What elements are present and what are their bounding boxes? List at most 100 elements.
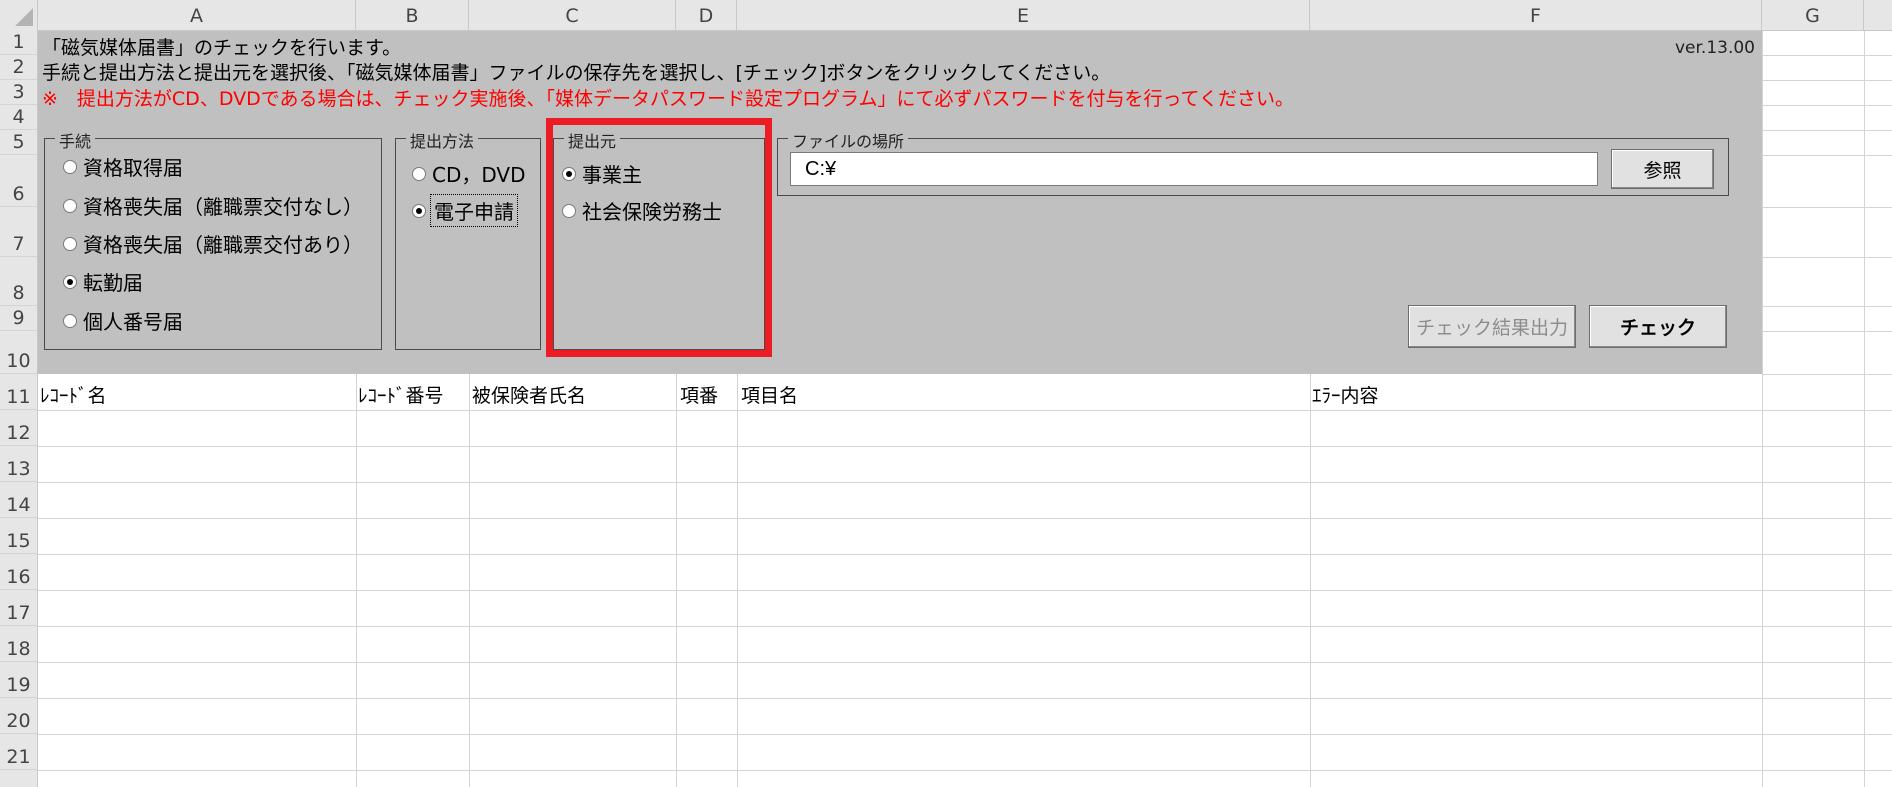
column-header-g[interactable]: G [1762,0,1864,30]
grid-hline [1763,374,1892,375]
header-insured-name: 被保険者氏名 [472,385,587,407]
submitter-group: 提出元 事業主 社会保険労務士 [553,128,765,350]
row-header-16[interactable]: 16 [0,554,37,590]
row-header-5[interactable]: 5 [0,130,37,155]
grid-hline [38,590,1892,591]
procedure-option-label: 資格喪失届（離職票交付なし） [83,195,363,219]
grid-hline [1763,105,1892,106]
radio-icon[interactable] [63,198,77,213]
column-header-f[interactable]: F [1310,0,1762,30]
row-header-2[interactable]: 2 [0,55,37,80]
grid-hline [38,770,1892,771]
grid-hline [1763,80,1892,81]
radio-icon[interactable] [63,236,77,251]
grid-hline [38,482,1892,483]
method-option-electronic[interactable]: 電子申請 [412,194,518,227]
row-header-6[interactable]: 6 [0,155,37,207]
procedure-option-acquisition[interactable]: 資格取得届 [63,152,183,181]
row-header-12[interactable]: 12 [0,410,37,446]
row-header-21[interactable]: 21 [0,734,37,770]
row-header-10[interactable]: 10 [0,331,37,374]
submitter-option-employer[interactable]: 事業主 [562,159,642,188]
version-label: ver.13.00 [1674,38,1755,58]
grid-hline [1763,155,1892,156]
radio-selected-icon[interactable] [412,203,426,218]
browse-button[interactable]: 参照 [1611,149,1714,189]
submission-method-group: 提出方法 CD，DVD 電子申請 [395,128,541,350]
instruction-line-2: 手続と提出方法と提出元を選択後、「磁気媒体届書」ファイルの保存先を選択し、[チェ… [42,62,1111,84]
grid-vline [356,374,357,787]
radio-selected-icon[interactable] [63,274,77,289]
row-header-4[interactable]: 4 [0,105,37,130]
row-header-17[interactable]: 17 [0,590,37,626]
grid-hline [38,734,1892,735]
row-header-15[interactable]: 15 [0,518,37,554]
grid-hline [38,410,1892,411]
radio-icon[interactable] [63,313,77,328]
row-header-13[interactable]: 13 [0,446,37,482]
check-result-output-button[interactable]: チェック結果出力 [1408,305,1576,348]
submitter-option-labor-consultant[interactable]: 社会保険労務士 [562,196,722,225]
row-header-18[interactable]: 18 [0,626,37,662]
radio-selected-icon[interactable] [562,166,576,181]
grid-hline [38,698,1892,699]
file-location-group-title: ファイルの場所 [788,128,909,152]
row-header-7[interactable]: 7 [0,207,37,257]
row-header-1[interactable]: 1 [0,30,37,55]
submitter-group-title: 提出元 [564,128,621,152]
row-header-11[interactable]: 11 [0,374,37,410]
row-header-3[interactable]: 3 [0,80,37,105]
method-option-label: CD，DVD [432,163,526,187]
column-header-a[interactable]: A [38,0,356,30]
procedure-group-title: 手続 [55,128,96,152]
header-record-name: ﾚｺｰﾄﾞ名 [40,385,107,407]
grid-vline [737,374,738,787]
procedure-option-label: 資格取得届 [83,156,183,180]
grid-hline [1763,257,1892,258]
procedure-option-loss-with-separation-slip[interactable]: 資格喪失届（離職票交付あり） [63,229,363,258]
grid-hline [38,518,1892,519]
column-header-d[interactable]: D [676,0,737,30]
instruction-line-1: 「磁気媒体届書」のチェックを行います。 [42,37,402,59]
file-path-input[interactable]: C:¥ [790,152,1598,186]
row-header-9[interactable]: 9 [0,306,37,331]
grid-hline [38,626,1892,627]
radio-icon[interactable] [412,166,426,181]
procedure-option-loss-no-separation-slip[interactable]: 資格喪失届（離職票交付なし） [63,191,363,220]
procedure-option-label: 資格喪失届（離職票交付あり） [83,233,363,257]
column-header-c[interactable]: C [469,0,676,30]
grid-vline [469,374,470,787]
column-header-e[interactable]: E [737,0,1310,30]
grid-hline [38,446,1892,447]
submitter-option-label: 社会保険労務士 [582,200,722,224]
submission-method-group-title: 提出方法 [406,128,479,152]
procedure-option-transfer[interactable]: 転勤届 [63,267,143,296]
row-header-20[interactable]: 20 [0,698,37,734]
grid-hline [38,554,1892,555]
radio-icon[interactable] [562,203,576,218]
grid-vline [1864,31,1865,787]
row-header-19[interactable]: 19 [0,662,37,698]
radio-icon[interactable] [63,159,77,174]
submitter-option-label: 事業主 [582,163,642,187]
grid-vline [1310,374,1311,787]
grid-hline [1763,306,1892,307]
warning-line: ※ 提出方法がCD、DVDである場合は、チェック実施後、「媒体データパスワード設… [42,88,1294,110]
row-header-bar: 1 2 3 4 5 6 7 8 9 10 11 12 13 14 15 16 1… [0,30,38,787]
select-all-triangle-icon [15,8,33,26]
header-record-number: ﾚｺｰﾄﾞ番号 [358,385,444,407]
select-all-corner[interactable] [0,0,38,30]
check-button[interactable]: チェック [1589,305,1727,348]
header-error-content: ｴﾗｰ内容 [1312,385,1379,407]
row-header-8[interactable]: 8 [0,257,37,306]
grid-vline [1762,31,1763,787]
grid-hline [1763,331,1892,332]
procedure-option-my-number[interactable]: 個人番号届 [63,306,183,335]
procedure-group: 手続 資格取得届 資格喪失届（離職票交付なし） 資格喪失届（離職票交付あり） 転… [44,128,382,350]
column-header-b[interactable]: B [356,0,469,30]
row-header-14[interactable]: 14 [0,482,37,518]
header-item-number: 項番 [680,385,719,407]
procedure-option-label: 転勤届 [83,271,143,295]
grid-vline [676,374,677,787]
method-option-cd-dvd[interactable]: CD，DVD [412,159,526,188]
